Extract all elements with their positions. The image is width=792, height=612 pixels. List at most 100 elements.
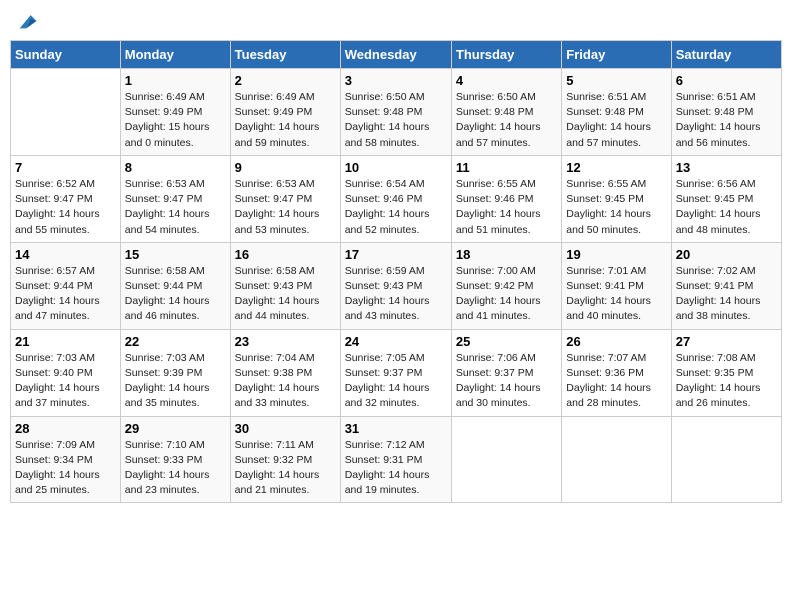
calendar-cell: 29 Sunrise: 7:10 AM Sunset: 9:33 PM Dayli…	[120, 416, 230, 503]
day-info: Sunrise: 6:58 AM Sunset: 9:44 PM Dayligh…	[125, 264, 226, 325]
calendar-cell: 31 Sunrise: 7:12 AM Sunset: 9:31 PM Dayli…	[340, 416, 451, 503]
day-number: 30	[235, 421, 336, 436]
calendar-cell: 2 Sunrise: 6:49 AM Sunset: 9:49 PM Daylig…	[230, 69, 340, 156]
day-info: Sunrise: 6:52 AM Sunset: 9:47 PM Dayligh…	[15, 177, 116, 238]
day-info: Sunrise: 7:05 AM Sunset: 9:37 PM Dayligh…	[345, 351, 447, 412]
day-number: 2	[235, 73, 336, 88]
day-info: Sunrise: 7:09 AM Sunset: 9:34 PM Dayligh…	[15, 438, 116, 499]
day-info: Sunrise: 7:00 AM Sunset: 9:42 PM Dayligh…	[456, 264, 557, 325]
day-number: 21	[15, 334, 116, 349]
calendar-cell	[671, 416, 781, 503]
day-number: 22	[125, 334, 226, 349]
day-info: Sunrise: 6:58 AM Sunset: 9:43 PM Dayligh…	[235, 264, 336, 325]
day-number: 3	[345, 73, 447, 88]
day-info: Sunrise: 6:49 AM Sunset: 9:49 PM Dayligh…	[125, 90, 226, 151]
day-info: Sunrise: 7:01 AM Sunset: 9:41 PM Dayligh…	[566, 264, 666, 325]
day-info: Sunrise: 6:50 AM Sunset: 9:48 PM Dayligh…	[456, 90, 557, 151]
weekday-header-monday: Monday	[120, 41, 230, 69]
day-info: Sunrise: 7:06 AM Sunset: 9:37 PM Dayligh…	[456, 351, 557, 412]
day-number: 10	[345, 160, 447, 175]
day-info: Sunrise: 6:53 AM Sunset: 9:47 PM Dayligh…	[235, 177, 336, 238]
day-info: Sunrise: 7:07 AM Sunset: 9:36 PM Dayligh…	[566, 351, 666, 412]
weekday-header-wednesday: Wednesday	[340, 41, 451, 69]
weekday-header-thursday: Thursday	[451, 41, 561, 69]
calendar-cell: 6 Sunrise: 6:51 AM Sunset: 9:48 PM Daylig…	[671, 69, 781, 156]
calendar-cell: 22 Sunrise: 7:03 AM Sunset: 9:39 PM Dayli…	[120, 329, 230, 416]
calendar-cell: 14Sunrise: 6:57 AM Sunset: 9:44 PM Dayli…	[11, 242, 121, 329]
day-info: Sunrise: 6:51 AM Sunset: 9:48 PM Dayligh…	[676, 90, 777, 151]
calendar-cell: 12 Sunrise: 6:55 AM Sunset: 9:45 PM Dayli…	[562, 155, 671, 242]
calendar-cell: 26 Sunrise: 7:07 AM Sunset: 9:36 PM Dayli…	[562, 329, 671, 416]
day-number: 16	[235, 247, 336, 262]
day-number: 18	[456, 247, 557, 262]
day-number: 20	[676, 247, 777, 262]
day-info: Sunrise: 7:11 AM Sunset: 9:32 PM Dayligh…	[235, 438, 336, 499]
calendar-cell: 8 Sunrise: 6:53 AM Sunset: 9:47 PM Daylig…	[120, 155, 230, 242]
day-info: Sunrise: 7:10 AM Sunset: 9:33 PM Dayligh…	[125, 438, 226, 499]
day-number: 13	[676, 160, 777, 175]
day-number: 8	[125, 160, 226, 175]
day-number: 7	[15, 160, 116, 175]
day-info: Sunrise: 6:55 AM Sunset: 9:45 PM Dayligh…	[566, 177, 666, 238]
calendar-cell: 5 Sunrise: 6:51 AM Sunset: 9:48 PM Daylig…	[562, 69, 671, 156]
calendar-cell: 3 Sunrise: 6:50 AM Sunset: 9:48 PM Daylig…	[340, 69, 451, 156]
day-info: Sunrise: 6:50 AM Sunset: 9:48 PM Dayligh…	[345, 90, 447, 151]
day-number: 12	[566, 160, 666, 175]
calendar-cell: 25 Sunrise: 7:06 AM Sunset: 9:37 PM Dayli…	[451, 329, 561, 416]
day-info: Sunrise: 6:55 AM Sunset: 9:46 PM Dayligh…	[456, 177, 557, 238]
day-number: 11	[456, 160, 557, 175]
calendar-cell: 18 Sunrise: 7:00 AM Sunset: 9:42 PM Dayli…	[451, 242, 561, 329]
calendar-cell: 30 Sunrise: 7:11 AM Sunset: 9:32 PM Dayli…	[230, 416, 340, 503]
day-number: 15	[125, 247, 226, 262]
weekday-header-saturday: Saturday	[671, 41, 781, 69]
logo-icon	[16, 10, 38, 32]
day-number: 27	[676, 334, 777, 349]
calendar-cell: 21Sunrise: 7:03 AM Sunset: 9:40 PM Dayli…	[11, 329, 121, 416]
day-number: 29	[125, 421, 226, 436]
page-header	[10, 10, 782, 32]
day-number: 4	[456, 73, 557, 88]
day-info: Sunrise: 6:51 AM Sunset: 9:48 PM Dayligh…	[566, 90, 666, 151]
day-number: 5	[566, 73, 666, 88]
day-info: Sunrise: 6:57 AM Sunset: 9:44 PM Dayligh…	[15, 264, 116, 325]
calendar-cell	[11, 69, 121, 156]
calendar-cell: 19 Sunrise: 7:01 AM Sunset: 9:41 PM Dayli…	[562, 242, 671, 329]
day-info: Sunrise: 7:04 AM Sunset: 9:38 PM Dayligh…	[235, 351, 336, 412]
day-number: 9	[235, 160, 336, 175]
calendar-cell: 23 Sunrise: 7:04 AM Sunset: 9:38 PM Dayli…	[230, 329, 340, 416]
day-info: Sunrise: 7:08 AM Sunset: 9:35 PM Dayligh…	[676, 351, 777, 412]
day-number: 19	[566, 247, 666, 262]
day-info: Sunrise: 6:56 AM Sunset: 9:45 PM Dayligh…	[676, 177, 777, 238]
calendar-cell: 13 Sunrise: 6:56 AM Sunset: 9:45 PM Dayli…	[671, 155, 781, 242]
calendar-cell: 9 Sunrise: 6:53 AM Sunset: 9:47 PM Daylig…	[230, 155, 340, 242]
day-number: 26	[566, 334, 666, 349]
day-number: 25	[456, 334, 557, 349]
day-info: Sunrise: 7:03 AM Sunset: 9:39 PM Dayligh…	[125, 351, 226, 412]
day-number: 28	[15, 421, 116, 436]
calendar-cell: 16 Sunrise: 6:58 AM Sunset: 9:43 PM Dayli…	[230, 242, 340, 329]
calendar-cell	[562, 416, 671, 503]
calendar-cell: 24 Sunrise: 7:05 AM Sunset: 9:37 PM Dayli…	[340, 329, 451, 416]
calendar-cell	[451, 416, 561, 503]
weekday-header-sunday: Sunday	[11, 41, 121, 69]
day-info: Sunrise: 6:53 AM Sunset: 9:47 PM Dayligh…	[125, 177, 226, 238]
weekday-header-friday: Friday	[562, 41, 671, 69]
calendar-cell: 10 Sunrise: 6:54 AM Sunset: 9:46 PM Dayli…	[340, 155, 451, 242]
day-info: Sunrise: 6:49 AM Sunset: 9:49 PM Dayligh…	[235, 90, 336, 151]
calendar-cell: 7 Sunrise: 6:52 AM Sunset: 9:47 PM Daylig…	[11, 155, 121, 242]
calendar-cell: 27 Sunrise: 7:08 AM Sunset: 9:35 PM Dayli…	[671, 329, 781, 416]
day-number: 23	[235, 334, 336, 349]
day-number: 17	[345, 247, 447, 262]
calendar-cell: 17 Sunrise: 6:59 AM Sunset: 9:43 PM Dayli…	[340, 242, 451, 329]
weekday-header-tuesday: Tuesday	[230, 41, 340, 69]
calendar-cell: 28 Sunrise: 7:09 AM Sunset: 9:34 PM Dayli…	[11, 416, 121, 503]
day-number: 31	[345, 421, 447, 436]
calendar-cell: 1Sunrise: 6:49 AM Sunset: 9:49 PM Daylig…	[120, 69, 230, 156]
calendar-cell: 4 Sunrise: 6:50 AM Sunset: 9:48 PM Daylig…	[451, 69, 561, 156]
day-number: 6	[676, 73, 777, 88]
calendar-cell: 20Sunrise: 7:02 AM Sunset: 9:41 PM Dayli…	[671, 242, 781, 329]
day-info: Sunrise: 6:59 AM Sunset: 9:43 PM Dayligh…	[345, 264, 447, 325]
day-info: Sunrise: 7:12 AM Sunset: 9:31 PM Dayligh…	[345, 438, 447, 499]
day-number: 24	[345, 334, 447, 349]
day-info: Sunrise: 6:54 AM Sunset: 9:46 PM Dayligh…	[345, 177, 447, 238]
